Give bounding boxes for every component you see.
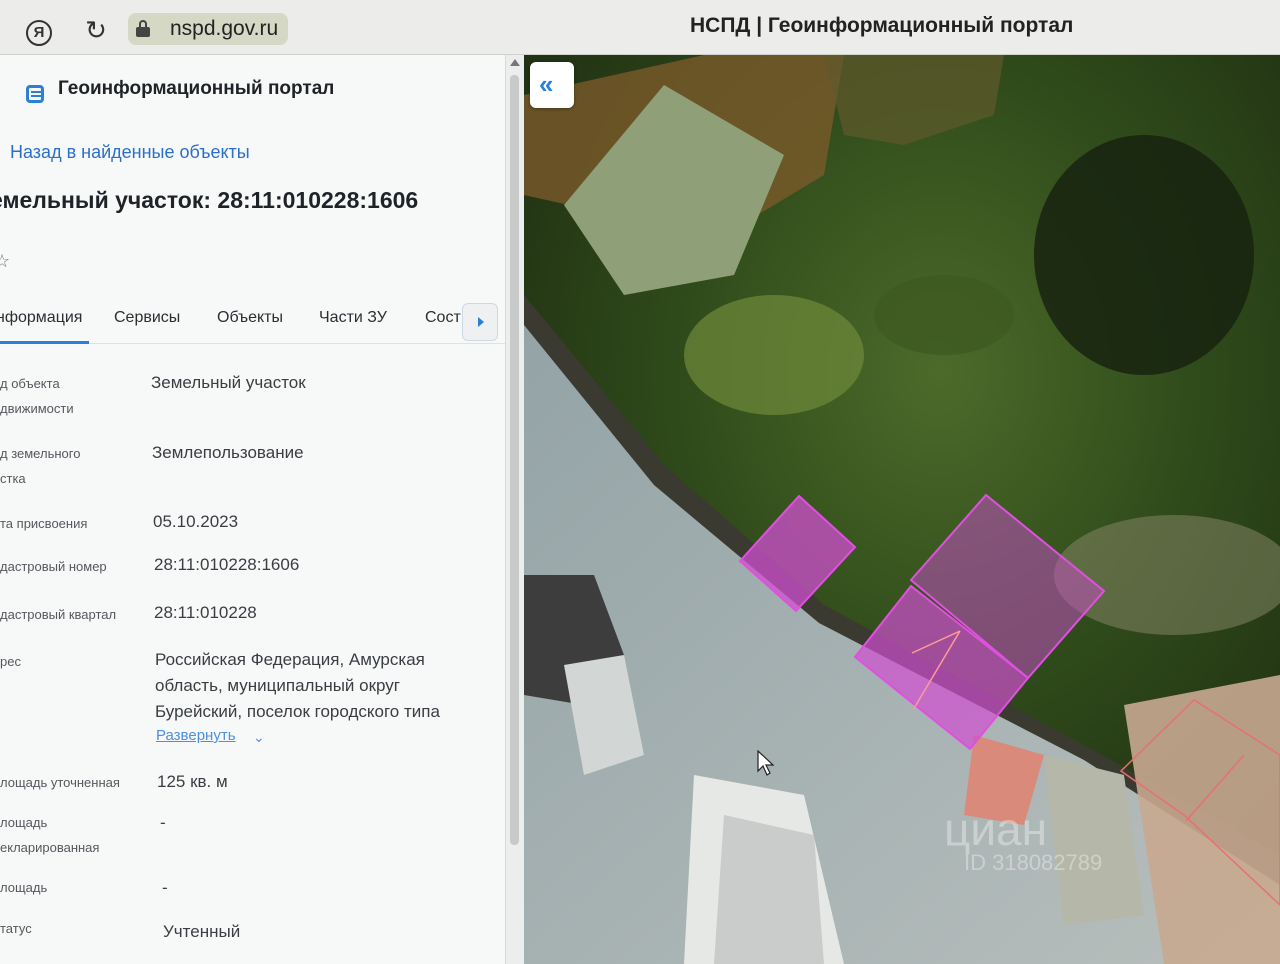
arrow-right-icon xyxy=(478,317,484,327)
panel-scrollbar[interactable] xyxy=(505,55,524,964)
watermark-brand: циан xyxy=(944,803,1047,855)
reload-icon[interactable]: ↻ xyxy=(82,16,110,44)
field-value-cadastral-number: 28:11:010228:1606 xyxy=(154,555,300,574)
map-canvas[interactable]: циан ID 318082789 xyxy=(524,55,1280,964)
url-text[interactable]: nspd.gov.ru xyxy=(170,17,278,41)
tab-composition[interactable]: Сост xyxy=(425,309,461,327)
portal-logo-icon xyxy=(24,83,46,105)
field-value-area-declared: - xyxy=(160,813,166,832)
field-value-address: Российская Федерация, Амурская область, … xyxy=(155,650,440,721)
field-value-area: - xyxy=(162,878,168,897)
tab-parts[interactable]: Части ЗУ xyxy=(319,309,387,327)
tab-services[interactable]: Сервисы xyxy=(114,309,180,327)
field-label-object-type: д объекта движимости xyxy=(0,376,74,416)
field-label-area: лощадь xyxy=(0,880,48,895)
watermark-id: ID 318082789 xyxy=(964,850,1102,875)
portal-title: Геоинформационный портал xyxy=(58,78,335,99)
chevron-down-icon[interactable]: ⌄ xyxy=(253,729,265,746)
field-value-cadastral-quarter: 28:11:010228 xyxy=(154,603,257,622)
expand-address-link[interactable]: Развернуть xyxy=(156,727,236,744)
tabs-next-button[interactable] xyxy=(462,303,498,341)
field-value-status: Учтенный xyxy=(163,922,241,941)
tab-information[interactable]: нформация xyxy=(0,309,82,327)
double-chevron-left-icon: « xyxy=(539,69,554,99)
page-title: НСПД | Геоинформационный портал xyxy=(690,14,1074,37)
field-label-address: рес xyxy=(0,654,21,669)
favorite-star-icon[interactable]: ☆ xyxy=(0,251,10,272)
mouse-cursor-icon xyxy=(757,750,775,776)
field-label-cadastral-quarter: дастровый квартал xyxy=(0,607,117,622)
scroll-thumb[interactable] xyxy=(510,75,519,845)
satellite-map[interactable]: циан ID 318082789 xyxy=(524,55,1280,964)
field-label-area-refined: лощадь уточненная xyxy=(0,775,120,790)
field-value-date: 05.10.2023 xyxy=(153,512,239,531)
collapse-panel-button[interactable]: « xyxy=(530,62,574,108)
field-label-area-declared: лощадь екларированная xyxy=(0,815,100,855)
yandex-icon[interactable]: Я xyxy=(26,20,52,46)
browser-toolbar: Я ↻ nspd.gov.ru НСПД | Геоинформационный… xyxy=(0,0,1280,55)
back-to-results-link[interactable]: Назад в найденные объекты xyxy=(10,142,250,163)
field-label-cadastral-number: дастровый номер xyxy=(0,559,107,574)
info-panel: Геоинформационный портал Назад в найденн… xyxy=(0,55,505,964)
field-value-area-refined: 125 кв. м xyxy=(157,772,228,791)
active-tab-indicator xyxy=(0,341,89,344)
field-label-status: татус xyxy=(0,921,32,936)
field-label-date: та присвоения xyxy=(0,516,88,531)
tab-bar: нформация Сервисы Объекты Части ЗУ Сост xyxy=(0,303,505,344)
lock-icon xyxy=(136,20,150,37)
object-title: емельный участок: 28:11:010228:1606 xyxy=(0,187,419,213)
tab-objects[interactable]: Объекты xyxy=(217,309,283,327)
field-value-plot-type: Землепользование xyxy=(152,443,304,462)
field-value-object-type: Земельный участок xyxy=(151,373,306,392)
field-label-plot-type: д земельного стка xyxy=(0,446,81,486)
scroll-up-icon[interactable] xyxy=(510,59,520,66)
